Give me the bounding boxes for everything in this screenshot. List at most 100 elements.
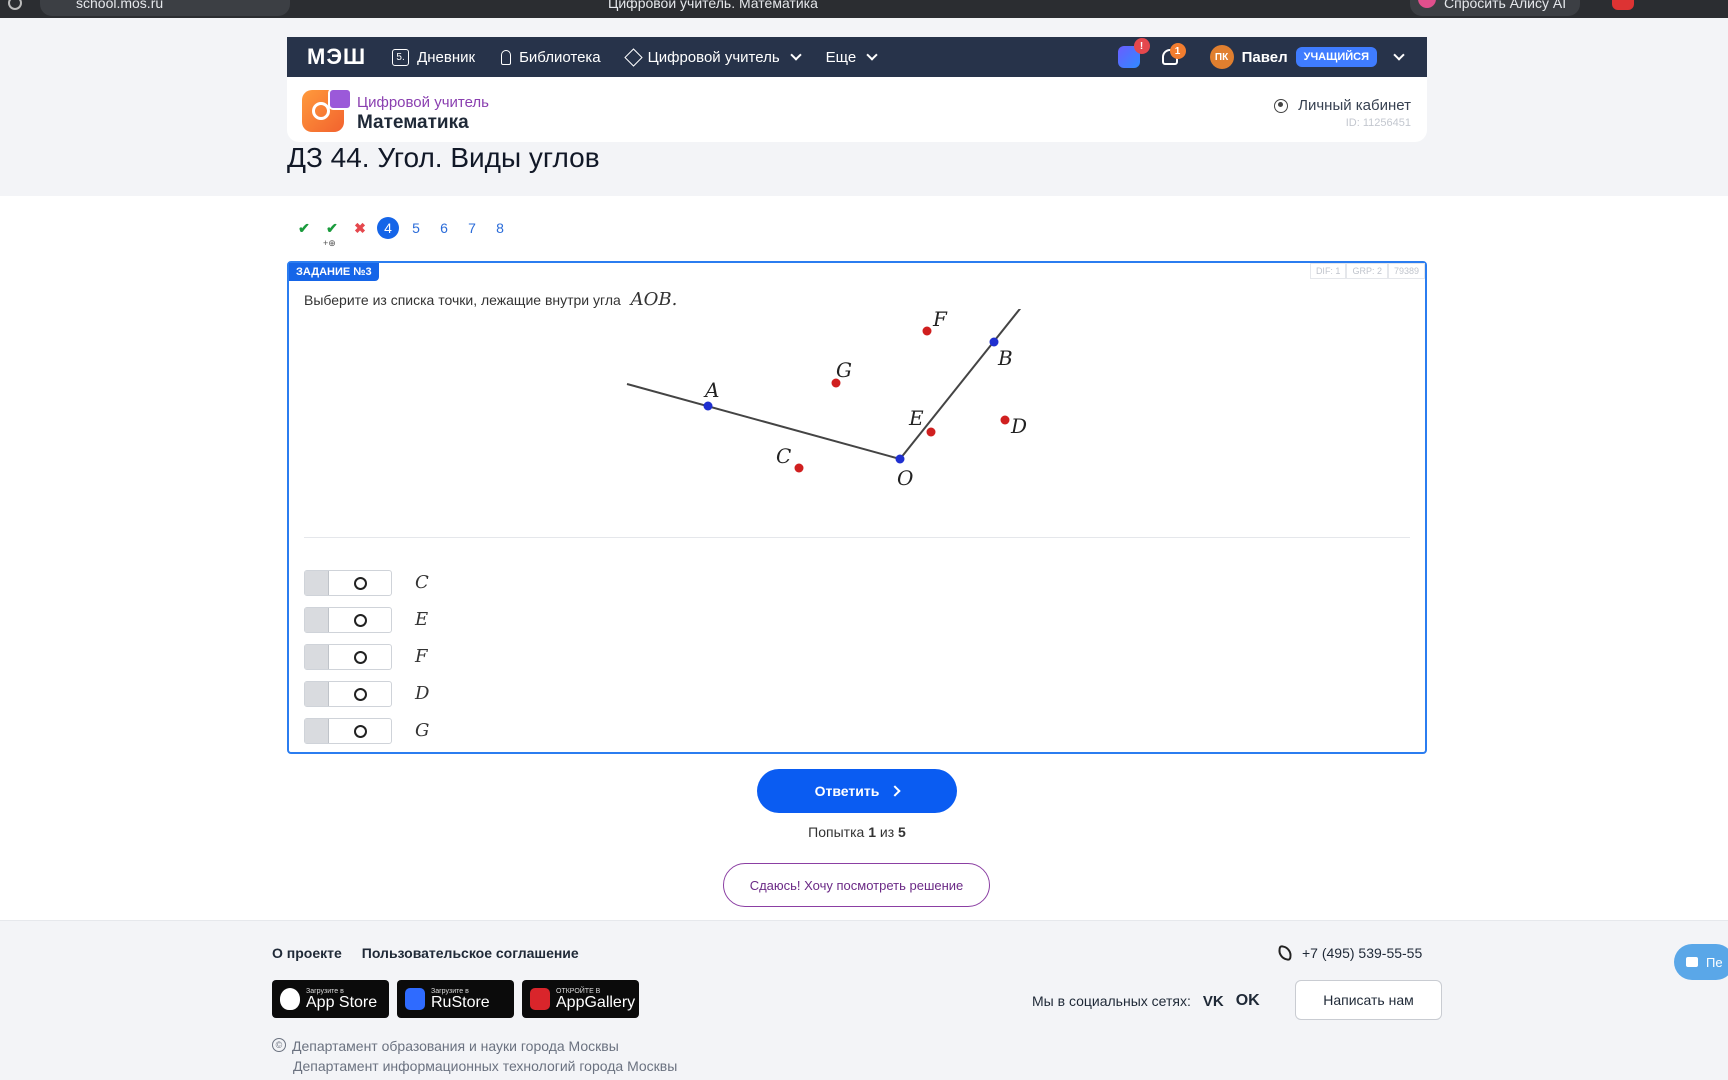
alice-button[interactable]: Спросить Алису AI bbox=[1410, 0, 1580, 16]
task-prompt-math: AOB. bbox=[630, 289, 678, 310]
vk-icon[interactable]: VK bbox=[1203, 993, 1224, 1010]
apps-icon[interactable]: ! bbox=[1117, 38, 1150, 68]
option-c[interactable]: C bbox=[304, 564, 429, 601]
copyright-icon: © bbox=[272, 1038, 286, 1052]
chevron-down-icon bbox=[866, 49, 878, 61]
social-label: Мы в социальных сетях: bbox=[1032, 993, 1191, 1009]
point-f bbox=[922, 326, 932, 336]
point-o bbox=[895, 454, 905, 464]
option-label: C bbox=[415, 572, 429, 593]
avatar[interactable]: ПК bbox=[1209, 45, 1234, 69]
task-meta: DIF: 1 GRP: 2 79389 bbox=[1309, 263, 1425, 279]
question-5[interactable]: 5 bbox=[402, 220, 430, 236]
option-label: E bbox=[415, 609, 429, 630]
extension-icon[interactable] bbox=[1612, 0, 1634, 10]
answer-button[interactable]: Ответить bbox=[757, 769, 957, 813]
app-store-badge[interactable]: Загрузите в App Store bbox=[272, 980, 389, 1018]
option-label: G bbox=[415, 720, 430, 741]
nav-more[interactable]: Еще bbox=[825, 48, 878, 66]
about-link[interactable]: О проекте bbox=[272, 945, 342, 961]
address-bar[interactable]: school.mos.ru bbox=[40, 0, 290, 16]
personal-cabinet-link[interactable]: Личный кабинет bbox=[1274, 97, 1411, 114]
task-card: ЗАДАНИЕ №3 DIF: 1 GRP: 2 79389 Выберите … bbox=[287, 261, 1427, 754]
option-checkbox[interactable] bbox=[304, 569, 392, 596]
write-us-button[interactable]: Написать нам bbox=[1295, 980, 1442, 1020]
dept-it: Департамент информационных технологий го… bbox=[293, 1058, 678, 1074]
nav-diary[interactable]: 5. Дневник bbox=[392, 48, 475, 66]
support-phone[interactable]: +7 (495) 539-55-55 bbox=[1276, 944, 1423, 962]
label-g: G bbox=[836, 358, 852, 382]
question-4-current[interactable]: 4 bbox=[377, 217, 399, 239]
main-nav: МЭШ 5. Дневник Библиотека Цифровой учите… bbox=[287, 37, 1427, 77]
nav-more-label: Еще bbox=[825, 48, 857, 66]
attempt-mid: из bbox=[879, 824, 895, 840]
point-e bbox=[926, 427, 936, 437]
circle-icon bbox=[354, 687, 367, 701]
task-prompt: Выберите из списка точки, лежащие внутри… bbox=[304, 289, 677, 310]
role-badge: УЧАЩИЙСЯ bbox=[1295, 47, 1377, 67]
nav-digital-teacher[interactable]: Цифровой учитель bbox=[623, 47, 802, 67]
chevron-down-icon[interactable] bbox=[1393, 49, 1405, 61]
mesh-logo[interactable]: МЭШ bbox=[307, 44, 366, 70]
option-d[interactable]: D bbox=[304, 675, 429, 712]
ray-oa bbox=[626, 383, 901, 460]
option-checkbox[interactable] bbox=[304, 717, 392, 744]
nav-library-label: Библиотека bbox=[519, 48, 601, 66]
product-header: Цифровой учитель Математика Личный кабин… bbox=[287, 77, 1427, 142]
label-d: D bbox=[1010, 414, 1027, 438]
option-f[interactable]: F bbox=[304, 638, 429, 675]
answer-options: C E F D G bbox=[304, 564, 429, 749]
badge-big-text: RuStore bbox=[431, 993, 490, 1011]
give-up-button[interactable]: Сдаюсь! Хочу посмотреть решение bbox=[723, 863, 990, 907]
nav-library[interactable]: Библиотека bbox=[501, 49, 601, 66]
personal-cabinet-label: Личный кабинет bbox=[1298, 97, 1411, 114]
label-b: B bbox=[997, 346, 1013, 370]
diary-icon: 5. bbox=[392, 48, 410, 66]
option-checkbox[interactable] bbox=[304, 606, 392, 633]
question-7[interactable]: 7 bbox=[458, 220, 486, 236]
reload-icon[interactable] bbox=[8, 0, 22, 10]
apple-icon bbox=[280, 988, 300, 1010]
question-2-check-icon[interactable]: ✔ bbox=[318, 220, 346, 237]
odnoklassniki-icon[interactable]: OK bbox=[1236, 992, 1260, 1010]
point-a bbox=[703, 401, 713, 411]
question-1-check-icon[interactable]: ✔ bbox=[290, 220, 318, 237]
app-store-badges: Загрузите в App Store Загрузите в RuStore … bbox=[272, 980, 639, 1018]
attempt-counter: Попытка 1 из 5 bbox=[757, 824, 957, 840]
bell-icon[interactable]: 1 bbox=[1161, 43, 1186, 65]
label-c: C bbox=[776, 444, 791, 468]
chat-widget-button[interactable]: Пе bbox=[1674, 944, 1728, 980]
brand-subtitle: Цифровой учитель bbox=[357, 94, 489, 111]
option-g[interactable]: G bbox=[304, 712, 429, 749]
agreement-link[interactable]: Пользовательское соглашение bbox=[362, 945, 579, 961]
chat-icon bbox=[1686, 957, 1698, 967]
nav-digital-teacher-label: Цифровой учитель bbox=[647, 48, 780, 66]
option-checkbox[interactable] bbox=[304, 643, 392, 670]
option-e[interactable]: E bbox=[304, 601, 429, 638]
option-checkbox[interactable] bbox=[304, 680, 392, 707]
tab-title: Цифровой учитель. Математика bbox=[608, 0, 818, 11]
question-navigation: ✔ ✔ ✖ 4 5 6 7 8 +⊕ bbox=[290, 216, 514, 248]
badge-big-text: App Store bbox=[306, 993, 378, 1011]
rustore-badge[interactable]: Загрузите в RuStore bbox=[397, 980, 514, 1018]
copyright-block: © Департамент образования и науки города… bbox=[272, 1036, 677, 1076]
phone-icon bbox=[1276, 944, 1294, 962]
digital-teacher-logo-icon[interactable] bbox=[302, 88, 352, 132]
user-name[interactable]: Павел bbox=[1242, 49, 1288, 66]
appgallery-badge[interactable]: ОТКРОЙТЕ В AppGallery bbox=[522, 980, 639, 1018]
label-f: F bbox=[932, 309, 948, 331]
circle-icon bbox=[354, 576, 367, 590]
option-label: F bbox=[415, 646, 428, 667]
option-label: D bbox=[415, 683, 430, 704]
question-6[interactable]: 6 bbox=[430, 220, 458, 236]
chevron-right-icon bbox=[889, 785, 902, 797]
question-8[interactable]: 8 bbox=[486, 220, 514, 236]
page-title: ДЗ 44. Угол. Виды углов bbox=[287, 142, 600, 173]
phone-number: +7 (495) 539-55-55 bbox=[1302, 945, 1423, 961]
circle-icon bbox=[354, 724, 367, 738]
question-3-cross-icon[interactable]: ✖ bbox=[346, 220, 374, 237]
hint-used-mark: +⊕ bbox=[323, 238, 336, 248]
social-links: Мы в социальных сетях: VK OK bbox=[1032, 992, 1260, 1010]
brand-title: Математика bbox=[357, 112, 469, 133]
chat-label: Пе bbox=[1706, 954, 1723, 970]
